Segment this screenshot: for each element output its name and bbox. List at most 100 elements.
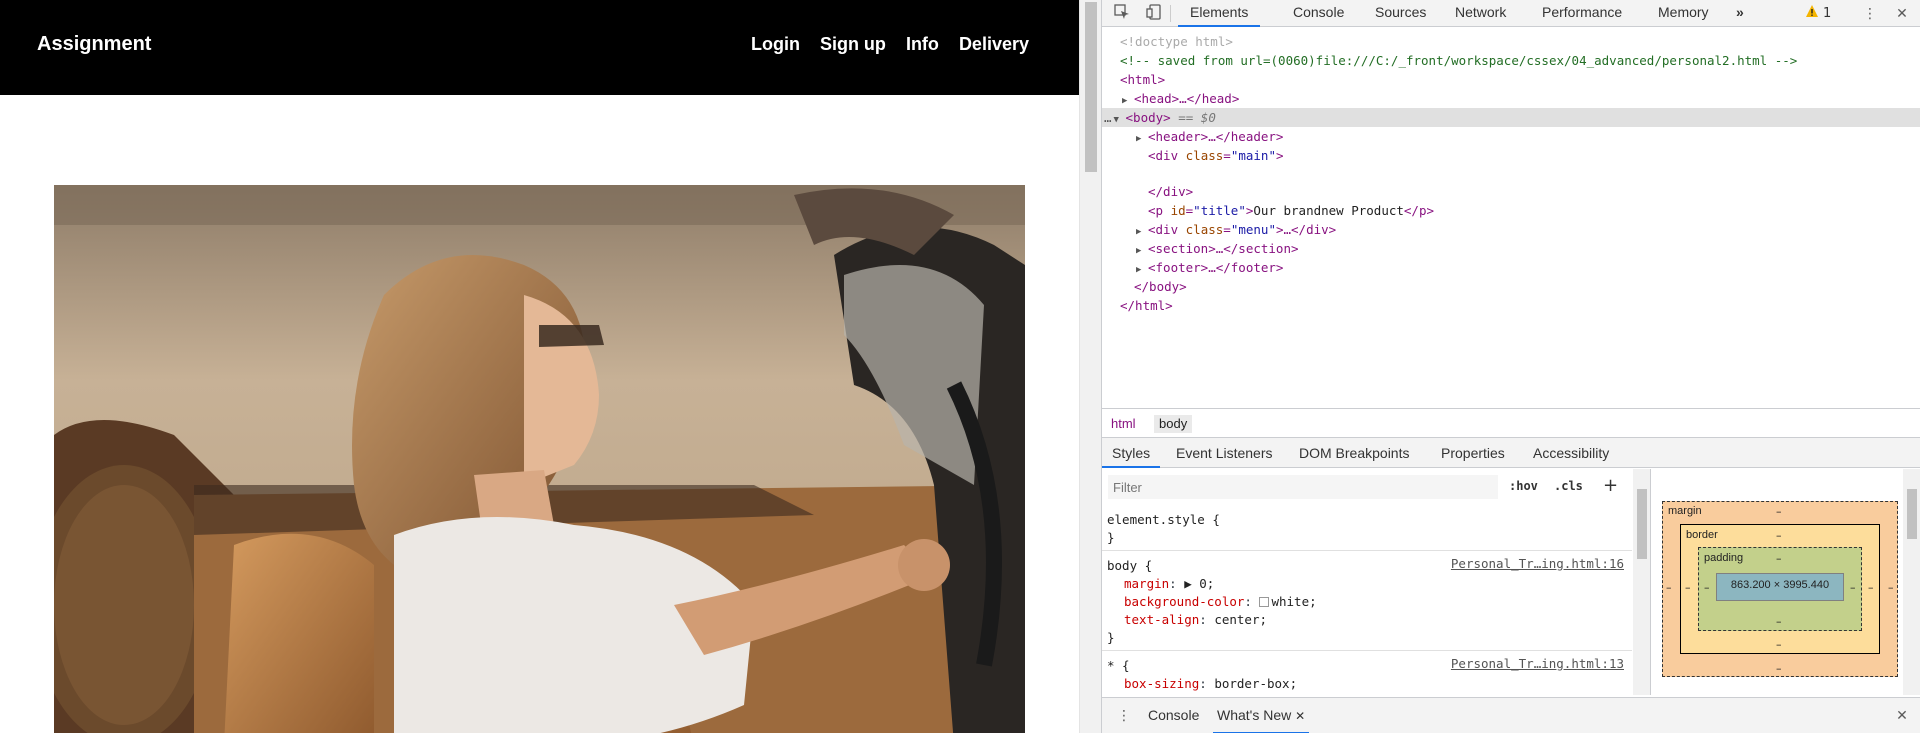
subtab-styles[interactable]: Styles — [1102, 438, 1161, 468]
cls-toggle-button[interactable]: .cls — [1554, 479, 1583, 493]
dom-p-title[interactable]: <p id="title">Our brandnew Product</p> — [1102, 201, 1920, 220]
tab-elements[interactable]: Elements — [1178, 0, 1261, 27]
color-swatch[interactable] — [1259, 597, 1270, 607]
box-model-padding-top[interactable]: – — [1776, 552, 1782, 565]
box-model-border-bottom[interactable]: – — [1776, 638, 1782, 651]
box-model-border-label: border — [1686, 529, 1718, 541]
tab-memory[interactable]: Memory — [1658, 0, 1709, 27]
hero-photo — [54, 185, 1025, 733]
site-nav: Login Sign up Info Delivery — [751, 34, 1029, 55]
style-prop-box-sizing[interactable]: box-sizing: border-box; — [1124, 675, 1297, 693]
box-model-border-right[interactable]: – — [1868, 581, 1874, 594]
subtab-event-listeners[interactable]: Event Listeners — [1176, 438, 1273, 468]
close-drawer-icon[interactable]: ✕ — [1892, 706, 1912, 726]
dom-body-close[interactable]: </body> — [1102, 277, 1920, 296]
dom-header[interactable]: ▶ <header>…</header> — [1102, 127, 1920, 146]
style-rule-element[interactable]: element.style { } — [1102, 509, 1632, 551]
dom-html-close-text: </html> — [1120, 298, 1173, 313]
box-model-padding-left[interactable]: – — [1704, 581, 1710, 594]
dom-head[interactable]: ▶ <head>…</head> — [1102, 89, 1920, 108]
warning-icon[interactable]: 1 — [1805, 4, 1835, 24]
close-devtools-icon[interactable]: ✕ — [1892, 4, 1912, 24]
tab-console[interactable]: Console — [1293, 0, 1344, 27]
rule-selector: * { — [1107, 658, 1130, 673]
dom-section[interactable]: ▶ <section>…</section> — [1102, 239, 1920, 258]
dom-body-close-text: </body> — [1134, 279, 1187, 294]
styles-filter-input[interactable] — [1108, 475, 1498, 499]
dom-comment[interactable]: <!-- saved from url=(0060)file:///C:/_fr… — [1102, 51, 1920, 70]
elements-subtabs: Styles Event Listeners DOM Breakpoints P… — [1102, 438, 1920, 468]
nav-link-info[interactable]: Info — [906, 34, 939, 55]
drawer-tab-whats-new[interactable]: What's New ✕ — [1213, 698, 1310, 733]
box-model-margin-right[interactable]: – — [1888, 581, 1894, 594]
style-prop-text-align[interactable]: text-align: center; — [1124, 611, 1267, 629]
box-model-padding-right[interactable]: – — [1850, 581, 1856, 594]
dom-body-open[interactable]: … ▼ <body> == $0 — [1102, 108, 1920, 127]
dom-doctype[interactable]: <!doctype html> — [1102, 32, 1920, 51]
prop-value: white; — [1271, 594, 1317, 609]
nav-link-login[interactable]: Login — [751, 34, 800, 55]
styles-scrollbar[interactable] — [1633, 469, 1650, 695]
kebab-menu-icon[interactable]: ⋮ — [1860, 4, 1880, 24]
add-style-rule-icon[interactable]: + — [1603, 475, 1618, 496]
box-model-scrollbar[interactable] — [1903, 469, 1920, 695]
dom-section-text: <section>…</section> — [1148, 241, 1299, 256]
prop-name: background-color — [1124, 594, 1245, 609]
dom-p-text: Our brandnew Product — [1253, 203, 1404, 218]
box-model-scrollbar-thumb[interactable] — [1907, 489, 1917, 539]
subtab-properties[interactable]: Properties — [1441, 438, 1505, 468]
more-tabs-button[interactable]: » — [1736, 0, 1744, 27]
dom-div-main-tag: div — [1155, 148, 1179, 163]
dom-div-close[interactable]: </div> — [1102, 182, 1920, 201]
rule-selector: body { — [1107, 558, 1153, 573]
dom-html-open[interactable]: <html> — [1102, 70, 1920, 89]
drawer-tab-whats-new-label: What's New — [1217, 707, 1292, 723]
style-prop-margin[interactable]: margin: ▶ 0; — [1124, 575, 1214, 593]
box-model-margin-left[interactable]: – — [1666, 581, 1672, 594]
dom-div-main-val: "main" — [1230, 148, 1276, 163]
dom-div-main[interactable]: <div class="main"> — [1102, 146, 1920, 165]
dom-footer[interactable]: ▶ <footer>…</footer> — [1102, 258, 1920, 277]
subtab-accessibility[interactable]: Accessibility — [1533, 438, 1609, 468]
devtools-panel: Elements Console Sources Network Perform… — [1101, 0, 1920, 733]
rule-close: } — [1107, 530, 1115, 545]
nav-link-signup[interactable]: Sign up — [820, 34, 886, 55]
prop-name: margin — [1124, 576, 1170, 591]
drawer-tab-console[interactable]: Console — [1148, 698, 1199, 733]
tab-performance[interactable]: Performance — [1542, 0, 1622, 27]
hov-toggle-button[interactable]: :hov — [1509, 479, 1538, 493]
box-model-margin-bottom[interactable]: – — [1776, 662, 1782, 675]
box-model-margin-top[interactable]: – — [1776, 505, 1782, 518]
styles-scrollbar-thumb[interactable] — [1637, 489, 1647, 559]
breadcrumb-html[interactable]: html — [1106, 415, 1141, 433]
nav-link-delivery[interactable]: Delivery — [959, 34, 1029, 55]
site-logo[interactable]: Assignment — [37, 33, 151, 56]
page-scrollbar[interactable] — [1079, 0, 1101, 733]
inspect-element-icon[interactable] — [1112, 4, 1132, 24]
rule-source-link[interactable]: Personal_Tr…ing.html:16 — [1451, 555, 1624, 573]
breadcrumb-body[interactable]: body — [1154, 415, 1193, 433]
tab-sources[interactable]: Sources — [1375, 0, 1426, 27]
box-model-padding-bottom[interactable]: – — [1776, 615, 1782, 628]
dom-html-close[interactable]: </html> — [1102, 296, 1920, 315]
dom-div-menu[interactable]: ▶ <div class="menu">…</div> — [1102, 220, 1920, 239]
dom-header-text: <header>…</header> — [1148, 129, 1284, 144]
close-tab-icon[interactable]: ✕ — [1295, 709, 1305, 723]
dom-menu-attr: class — [1185, 222, 1224, 237]
rule-source-link[interactable]: Personal_Tr…ing.html:13 — [1451, 655, 1624, 673]
dom-comment-text: <!-- saved from url=(0060)file:///C:/_fr… — [1120, 53, 1798, 68]
page-scrollbar-thumb[interactable] — [1085, 2, 1097, 172]
dom-head-text: <head>…</head> — [1134, 91, 1240, 106]
dom-row-ellipsis-icon[interactable]: … — [1102, 110, 1112, 125]
style-rule-body[interactable]: body { Personal_Tr…ing.html:16 margin: ▶… — [1102, 555, 1632, 651]
box-model-pane: margin border padding 863.200 × 3995.440… — [1652, 469, 1920, 695]
subtab-dom-breakpoints[interactable]: DOM Breakpoints — [1299, 438, 1409, 468]
device-toolbar-icon[interactable] — [1144, 4, 1164, 24]
style-prop-background-color[interactable]: background-color: white; — [1124, 593, 1317, 611]
tab-network[interactable]: Network — [1455, 0, 1506, 27]
dom-tree: <!doctype html> <!-- saved from url=(006… — [1102, 28, 1920, 406]
box-model-border-top[interactable]: – — [1776, 529, 1782, 542]
drawer-menu-icon[interactable]: ⋮ — [1114, 706, 1134, 726]
box-model-border-left[interactable]: – — [1685, 581, 1691, 594]
style-rule-universal[interactable]: * { Personal_Tr…ing.html:13 box-sizing: … — [1102, 655, 1632, 695]
